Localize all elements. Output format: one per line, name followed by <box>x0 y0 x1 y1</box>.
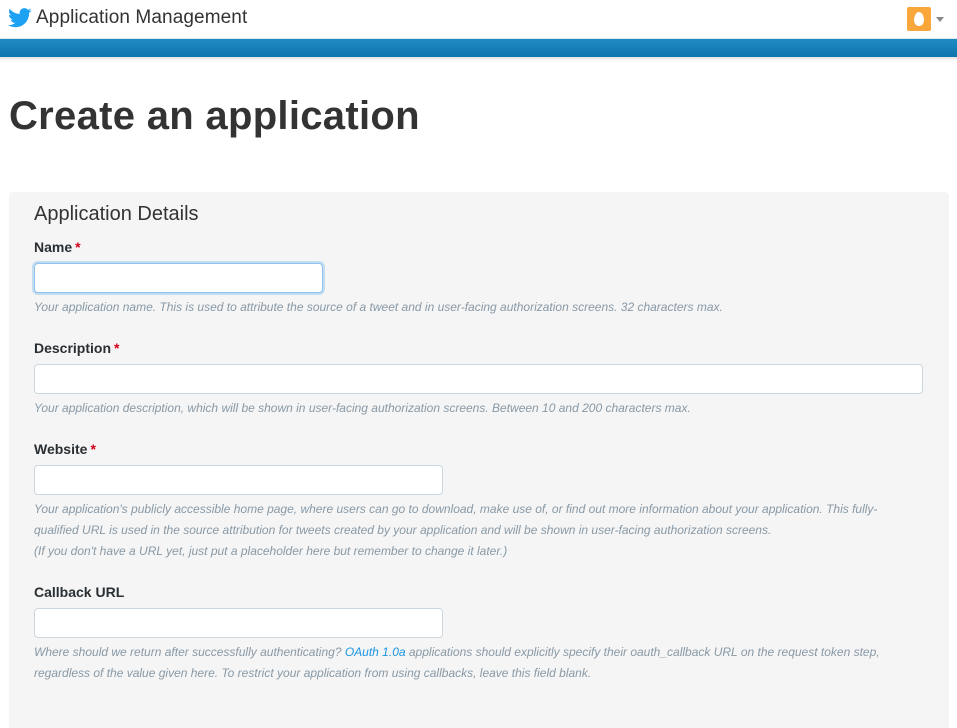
egg-shape <box>914 12 924 26</box>
required-mark: * <box>90 441 96 457</box>
website-help-line2: (If you don't have a URL yet, just put a… <box>34 544 508 558</box>
app-title[interactable]: Application Management <box>36 7 247 29</box>
description-help-text: Your application description, which will… <box>34 401 691 415</box>
description-input[interactable] <box>34 364 923 394</box>
website-input[interactable] <box>34 465 443 495</box>
panel-title: Application Details <box>34 203 199 225</box>
oauth-link[interactable]: OAuth 1.0a <box>345 645 406 659</box>
callback-url-input[interactable] <box>34 608 443 638</box>
website-help-text: Your application's publicly accessible h… <box>34 499 896 562</box>
required-mark: * <box>75 239 81 255</box>
website-help-line1: Your application's publicly accessible h… <box>34 502 878 537</box>
description-label: Description * <box>34 340 119 356</box>
application-details-panel: Application Details Name * Your applicati… <box>9 192 949 728</box>
egg-avatar-icon <box>907 7 931 31</box>
website-label: Website * <box>34 441 96 457</box>
website-label-text: Website <box>34 441 88 457</box>
header-blue-bar <box>0 39 957 61</box>
twitter-bird-icon[interactable] <box>8 8 32 28</box>
description-label-text: Description <box>34 340 112 356</box>
callback-url-label: Callback URL <box>34 584 125 600</box>
name-label: Name * <box>34 239 81 255</box>
name-label-text: Name <box>34 239 73 255</box>
caret-down-icon <box>936 17 944 22</box>
callback-url-help-text: Where should we return after successfull… <box>34 642 896 684</box>
name-help-text: Your application name. This is used to a… <box>34 300 723 314</box>
user-menu-button[interactable] <box>907 7 947 31</box>
top-navbar: Application Management <box>0 0 957 39</box>
required-mark: * <box>114 340 120 356</box>
name-input[interactable] <box>34 263 323 293</box>
callback-help-prefix: Where should we return after successfull… <box>34 645 345 659</box>
page-title: Create an application <box>9 94 420 138</box>
